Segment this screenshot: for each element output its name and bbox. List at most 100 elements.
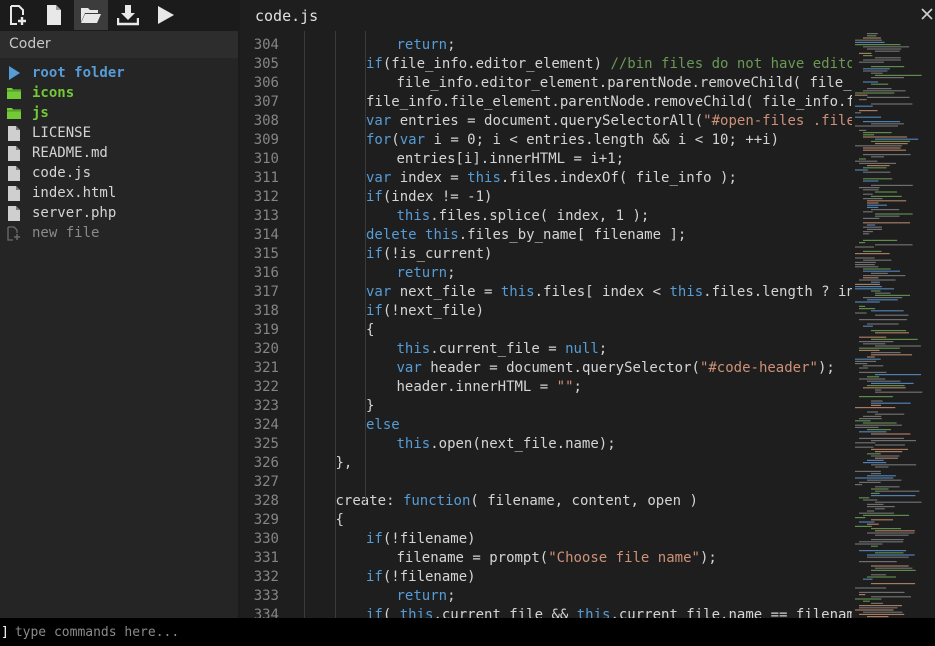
code-header: code.js: [255, 7, 319, 25]
root-folder-item[interactable]: root folder: [0, 63, 238, 83]
minimap-line: [867, 376, 880, 378]
minimap-line: [867, 503, 884, 505]
code-line: 333 return;: [240, 587, 852, 606]
download-icon: [117, 4, 139, 26]
minimap[interactable]: [852, 31, 935, 618]
minimap-line: [863, 343, 886, 345]
minimap-line: [859, 371, 887, 373]
minimap-line: [871, 281, 880, 283]
file-item[interactable]: server.php: [0, 203, 238, 223]
play-button[interactable]: [148, 0, 182, 30]
code-text: if(!next_file): [366, 303, 485, 319]
code-text: if(file_info.editor_element) //bin files…: [366, 56, 852, 72]
code-text: var header = document.querySelector("#co…: [396, 360, 835, 376]
minimap-line: [855, 360, 877, 362]
minimap-line: [871, 404, 882, 406]
tree-item-label: root folder: [32, 65, 125, 81]
command-bar: ]: [0, 618, 935, 646]
code-line: 317 var next_file = this.files[ index < t…: [240, 283, 852, 302]
command-input[interactable]: [14, 624, 935, 640]
minimap-line: [875, 552, 904, 554]
minimap-line: [875, 332, 909, 334]
minimap-line: [863, 231, 873, 233]
minimap-line: [855, 266, 879, 268]
folder-open-button[interactable]: [74, 0, 108, 30]
minimap-line: [867, 459, 884, 461]
new-file-item[interactable]: new file: [0, 223, 238, 243]
code-area[interactable]: 304 return; 305 if(file_info.editor_elemen…: [240, 31, 852, 618]
file-button[interactable]: [37, 0, 71, 30]
minimap-line: [867, 532, 915, 534]
download-button[interactable]: [111, 0, 145, 30]
code-line: 313 this.files.splice( index, 1 );: [240, 207, 852, 226]
file-item[interactable]: LICENSE: [0, 123, 238, 143]
code-text: this.current_file = null;: [396, 341, 608, 357]
code-text: else: [366, 417, 400, 433]
minimap-line: [871, 195, 902, 197]
minimap-line: [855, 358, 881, 360]
minimap-line: [859, 521, 875, 523]
folder-item[interactable]: js: [0, 103, 238, 123]
new-file-button[interactable]: [0, 0, 34, 30]
minimap-line: [867, 554, 915, 556]
line-number: 308: [253, 113, 279, 129]
file-item[interactable]: index.html: [0, 183, 238, 203]
minimap-line: [855, 363, 868, 365]
folder-item[interactable]: icons: [0, 83, 238, 103]
code-text: filename = prompt("Choose file name");: [396, 550, 717, 566]
minimap-line: [871, 596, 912, 598]
minimap-line: [855, 94, 868, 96]
close-icon[interactable]: [919, 6, 935, 22]
minimap-line: [855, 41, 885, 43]
minimap-line: [859, 594, 866, 596]
minimap-line: [863, 171, 891, 173]
minimap-line: [859, 52, 872, 54]
minimap-line: [871, 382, 914, 384]
minimap-line: [863, 415, 882, 417]
minimap-line: [875, 213, 913, 215]
line-number: 307: [253, 94, 279, 110]
minimap-line: [855, 477, 894, 479]
minimap-line: [859, 99, 867, 101]
minimap-line: [871, 583, 916, 585]
code-line: 334 if( this.current_file && this.current…: [240, 606, 852, 618]
minimap-line: [871, 492, 880, 494]
minimap-line: [875, 444, 905, 446]
code-line: 318 if(!next_file): [240, 302, 852, 321]
minimap-line: [871, 464, 917, 466]
code-line: 304 return;: [240, 36, 852, 55]
minimap-line: [855, 484, 863, 486]
line-number: 329: [253, 512, 279, 528]
minimap-line: [863, 132, 892, 134]
code-text: delete this.files_by_name[ filename ];: [366, 227, 687, 243]
file-item[interactable]: code.js: [0, 163, 238, 183]
minimap-line: [859, 158, 866, 160]
minimap-line: [863, 46, 910, 48]
indent-guide: [365, 31, 366, 501]
minimap-line: [871, 272, 888, 274]
file-item[interactable]: README.md: [0, 143, 238, 163]
code-line: 314 delete this.files_by_name[ filename ]…: [240, 226, 852, 245]
code-text: }: [366, 398, 375, 414]
line-number: 309: [253, 132, 279, 148]
minimap-line: [867, 299, 898, 301]
minimap-line: [863, 611, 903, 613]
minimap-line: [875, 530, 915, 532]
code-line: 315 if(!is_current): [240, 245, 852, 264]
minimap-line: [875, 486, 900, 488]
minimap-line: [859, 591, 905, 593]
minimap-line: [863, 275, 906, 277]
minimap-line: [863, 499, 878, 501]
minimap-line: [863, 217, 880, 219]
minimap-line: [871, 569, 916, 571]
minimap-line: [875, 294, 911, 296]
minimap-line: [871, 184, 913, 186]
minimap-line: [855, 609, 894, 611]
minimap-line: [859, 308, 876, 310]
minimap-line: [875, 74, 922, 76]
tree-item-label: README.md: [32, 145, 108, 161]
minimap-line: [875, 292, 891, 294]
minimap-line: [871, 209, 900, 211]
minimap-line: [863, 270, 901, 272]
code-text: header.innerHTML = "";: [396, 379, 582, 395]
